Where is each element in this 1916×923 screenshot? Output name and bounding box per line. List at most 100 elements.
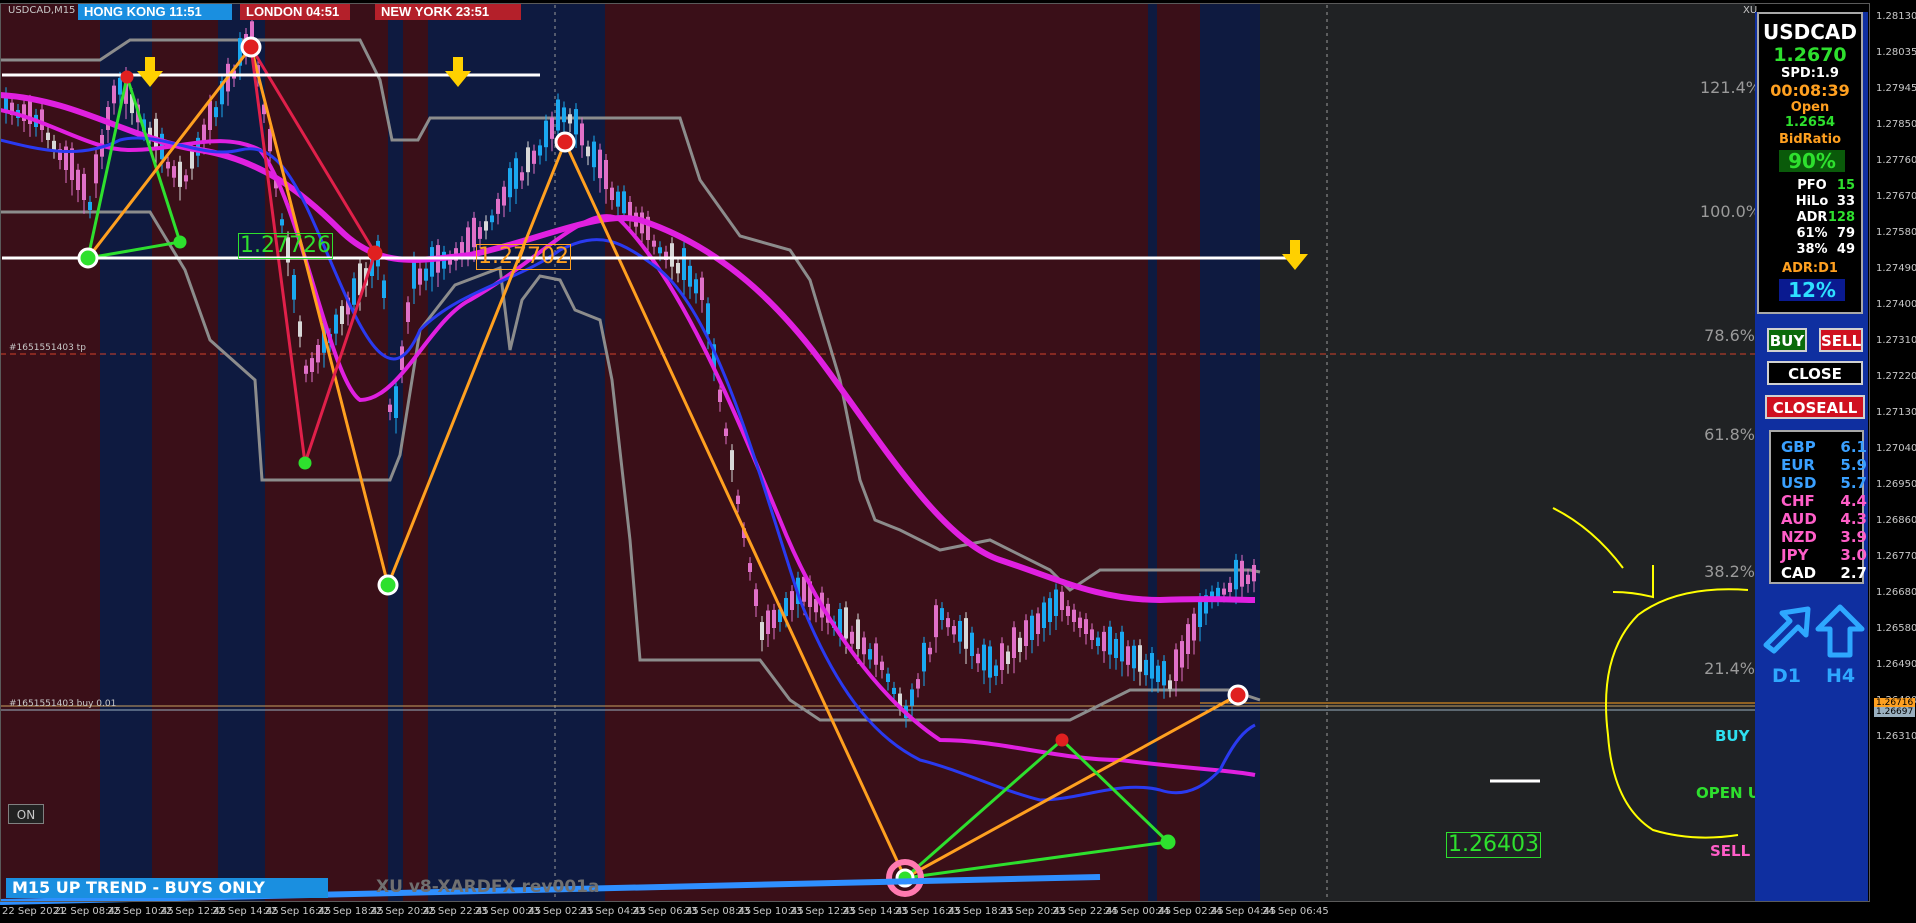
arrow-up-right-icon [1763, 606, 1811, 654]
panel-stat-row: HiLo 33 [1769, 194, 1855, 209]
fib-level-label: 38.2% [1704, 562, 1755, 581]
panel-stat-value: 79 [1836, 226, 1855, 241]
panel-stat-value: 49 [1836, 242, 1855, 257]
price-axis-label: 1.28130 [1876, 11, 1916, 22]
price-axis-label: 1.27130 [1876, 407, 1916, 418]
panel-stat-row: ADR 128 [1769, 210, 1855, 225]
currency-strength-panel: GBP 6.1 EUR 5.9 USD 5.7 CHF 4.4 AUD 4.3 NZD 3.9 JPY 3… [1769, 430, 1867, 584]
panel-stat-label: PFO [1797, 178, 1827, 193]
currency-strength-value: 4.3 [1840, 510, 1867, 528]
panel-stat-label: 61% [1796, 226, 1828, 241]
price-axis-label: 1.27310 [1876, 335, 1916, 346]
panel-bidratio-value: 90% [1779, 150, 1845, 172]
session-new-york: NEW YORK 23:51 [375, 4, 521, 20]
panel-adr-label: ADR:D1 [1782, 261, 1838, 276]
price-axis-label: 1.26490 [1876, 659, 1916, 670]
currency-code: AUD [1781, 510, 1817, 528]
tp-order-label: #1651551403 tp [9, 343, 86, 353]
sell-button[interactable]: SELL [1819, 328, 1863, 352]
zigzag-value-label: 1.27702 [476, 244, 571, 270]
currency-strength-row: JPY 3.0 [1781, 546, 1867, 564]
panel-stat-label: 38% [1796, 242, 1828, 257]
trend-banner: M15 UP TREND - BUYS ONLY [6, 878, 328, 898]
buy-order-label: #1651551403 buy 0.01 [9, 699, 117, 709]
price-axis-label: 1.26310 [1876, 731, 1916, 742]
zigzag-value-label: 1.27726 [238, 233, 333, 259]
current-price-tag: 1.26697 [1874, 707, 1916, 717]
fib-level-label: 100.0% [1700, 202, 1762, 221]
currency-code: EUR [1781, 456, 1815, 474]
currency-strength-value: 6.1 [1840, 438, 1867, 456]
panel-bidratio-label: BidRatio [1778, 132, 1842, 147]
currency-strength-row: NZD 3.9 [1781, 528, 1867, 546]
fib-level-label: 61.8% [1704, 425, 1755, 444]
panel-adr-value: 12% [1779, 279, 1845, 301]
arrow-up-icon [1815, 604, 1865, 658]
price-axis-label: 1.26860 [1876, 515, 1916, 526]
zigzag-value-label: 1.26403 [1446, 832, 1541, 858]
currency-code: CAD [1781, 564, 1817, 582]
currency-strength-row: CAD 2.7 [1781, 564, 1867, 582]
currency-strength-value: 3.0 [1840, 546, 1867, 564]
closeall-button[interactable]: CLOSEALL [1765, 395, 1865, 419]
fib-level-label: 121.4% [1700, 78, 1762, 97]
price-axis-label: 1.27220 [1876, 371, 1916, 382]
panel-stat-row: 38% 49 [1769, 242, 1855, 257]
price-axis-label: 1.27040 [1876, 443, 1916, 454]
currency-strength-value: 5.7 [1840, 474, 1867, 492]
annotation-buy: BUY [1715, 727, 1750, 745]
price-axis-label: 1.28035 [1876, 47, 1916, 58]
panel-spread: SPD:1.9 [1781, 66, 1839, 81]
price-axis-label: 1.26580 [1876, 623, 1916, 634]
currency-strength-value: 3.9 [1840, 528, 1867, 546]
price-axis-background [1868, 0, 1916, 923]
panel-open-label: Open [1790, 100, 1830, 115]
currency-strength-row: USD 5.7 [1781, 474, 1867, 492]
buy-button[interactable]: BUY [1767, 328, 1807, 352]
info-panel: USDCAD 1.2670 SPD:1.9 00:08:39 Open 1.26… [1757, 12, 1863, 314]
price-chart[interactable] [0, 0, 1916, 923]
currency-code: CHF [1781, 492, 1815, 510]
panel-open-value: 1.2654 [1784, 115, 1836, 130]
fib-level-label: 78.6% [1704, 326, 1755, 345]
currency-strength-value: 4.4 [1840, 492, 1867, 510]
currency-strength-row: CHF 4.4 [1781, 492, 1867, 510]
price-axis-label: 1.26680 [1876, 587, 1916, 598]
timeframe-h4-label: H4 [1826, 665, 1856, 687]
session-hong-kong: HONG KONG 11:51 [78, 4, 232, 20]
price-axis-label: 1.27850 [1876, 119, 1916, 130]
currency-code: NZD [1781, 528, 1817, 546]
currency-strength-value: 2.7 [1840, 564, 1867, 582]
panel-price: 1.2670 [1773, 44, 1847, 66]
session-london: LONDON 04:51 [240, 4, 350, 20]
price-axis-label: 1.26770 [1876, 551, 1916, 562]
panel-stat-row: PFO 15 [1769, 178, 1855, 193]
price-axis-label: 1.27400 [1876, 299, 1916, 310]
price-axis-label: 1.27945 [1876, 83, 1916, 94]
price-axis-label: 1.26950 [1876, 479, 1916, 490]
currency-strength-row: EUR 5.9 [1781, 456, 1867, 474]
currency-code: JPY [1781, 546, 1809, 564]
panel-symbol: USDCAD [1762, 20, 1857, 44]
panel-stat-value: 33 [1836, 194, 1855, 209]
annotation-open: OPEN U [1696, 784, 1760, 802]
fib-level-label: 21.4% [1704, 659, 1755, 678]
on-button[interactable]: ON [8, 804, 44, 824]
annotation-sell: SELL [1710, 842, 1751, 860]
currency-strength-value: 5.9 [1840, 456, 1867, 474]
currency-code: USD [1781, 474, 1817, 492]
panel-stat-label: HiLo [1795, 194, 1829, 209]
currency-strength-row: GBP 6.1 [1781, 438, 1867, 456]
currency-strength-row: AUD 4.3 [1781, 510, 1867, 528]
panel-stat-row: 61% 79 [1769, 226, 1855, 241]
price-axis-label: 1.27760 [1876, 155, 1916, 166]
currency-code: GBP [1781, 438, 1816, 456]
time-axis-label: 24 Sep 06:45 [1262, 906, 1329, 917]
indicator-name: XU v8-XARDFX rev001a [376, 877, 600, 897]
price-axis-label: 1.27580 [1876, 227, 1916, 238]
timeframe-d1-label: D1 [1772, 665, 1801, 687]
panel-timer: 00:08:39 [1770, 81, 1850, 100]
panel-stat-value: 128 [1827, 210, 1855, 225]
panel-stat-value: 15 [1836, 178, 1855, 193]
close-button[interactable]: CLOSE [1767, 361, 1863, 385]
